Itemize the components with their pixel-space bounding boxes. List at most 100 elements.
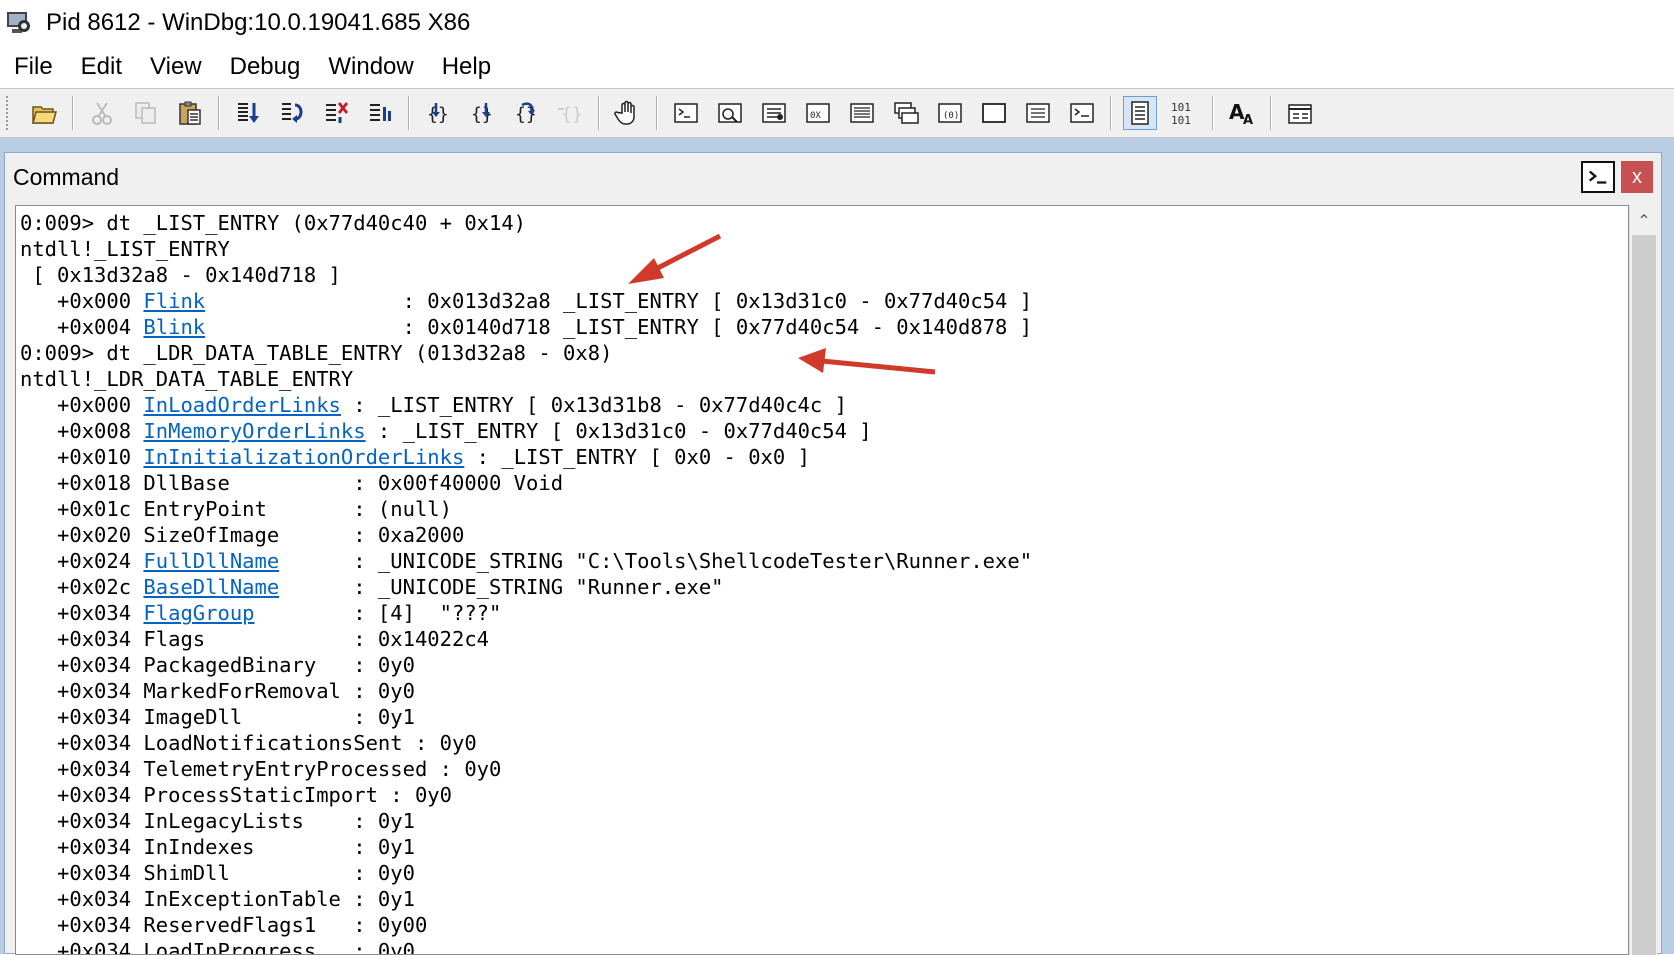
output-text: : _LIST_ENTRY [ 0x13d31b8 - 0x77d40c4c ] bbox=[340, 393, 847, 417]
command-window-title: Command bbox=[13, 163, 120, 190]
braces-go-icon[interactable]: {} bbox=[421, 96, 455, 130]
run-to-cursor-icon[interactable] bbox=[363, 96, 397, 130]
output-line: +0x034 InLegacyLists : 0y1 bbox=[20, 808, 1032, 834]
field-link[interactable]: InLoadOrderLinks bbox=[143, 393, 340, 417]
field-link[interactable]: InInitializationOrderLinks bbox=[143, 445, 464, 469]
output-line: +0x034 FlagGroup : [4] "???" bbox=[20, 600, 1032, 626]
source-mode-icon[interactable] bbox=[1065, 96, 1099, 130]
step-out-icon[interactable] bbox=[319, 96, 353, 130]
output-text: +0x034 InIndexes : 0y1 bbox=[20, 835, 415, 859]
output-text: +0x034 PackagedBinary : 0y0 bbox=[20, 653, 415, 677]
font-icon[interactable]: AA bbox=[1225, 96, 1259, 130]
menu-help[interactable]: Help bbox=[442, 53, 491, 81]
memory-icon[interactable] bbox=[845, 96, 879, 130]
hand-icon[interactable] bbox=[611, 96, 645, 130]
command-prompt-icon[interactable] bbox=[1581, 161, 1615, 193]
output-line: +0x034 LoadInProgress : 0y0 bbox=[20, 938, 1032, 955]
output-text: +0x034 TelemetryEntryProcessed : 0y0 bbox=[20, 757, 502, 781]
output-line: ntdll!_LIST_ENTRY bbox=[20, 236, 1032, 262]
output-text: +0x034 LoadNotificationsSent : 0y0 bbox=[20, 731, 477, 755]
vertical-scrollbar[interactable]: ⌃ bbox=[1629, 205, 1657, 955]
output-line: +0x010 InInitializationOrderLinks : _LIS… bbox=[20, 444, 1032, 470]
call-stack-icon[interactable] bbox=[889, 96, 923, 130]
output-text: 0:009> dt _LDR_DATA_TABLE_ENTRY (013d32a… bbox=[20, 341, 613, 365]
menu-debug[interactable]: Debug bbox=[230, 53, 301, 81]
output-text: [ 0x13d32a8 - 0x140d718 ] bbox=[20, 263, 341, 287]
output-text: +0x034 Flags : 0x14022c4 bbox=[20, 627, 489, 651]
processes-icon[interactable] bbox=[1021, 96, 1055, 130]
paste-icon[interactable] bbox=[173, 96, 207, 130]
close-button[interactable]: x bbox=[1621, 161, 1653, 193]
output-text: +0x024 bbox=[20, 549, 144, 573]
output-line: 0:009> dt _LIST_ENTRY (0x77d40c40 + 0x14… bbox=[20, 210, 1032, 236]
locals-icon[interactable] bbox=[757, 96, 791, 130]
output-line: [ 0x13d32a8 - 0x140d718 ] bbox=[20, 262, 1032, 288]
output-text: 0:009> dt _LIST_ENTRY (0x77d40c40 + 0x14… bbox=[20, 211, 527, 235]
step-into-icon[interactable] bbox=[231, 96, 265, 130]
output-text: +0x034 LoadInProgress : 0y0 bbox=[20, 939, 415, 955]
menu-window[interactable]: Window bbox=[328, 53, 413, 81]
output-line: +0x034 Flags : 0x14022c4 bbox=[20, 626, 1032, 652]
braces-disabled-icon: {} bbox=[553, 96, 587, 130]
scratch-pad-icon[interactable] bbox=[977, 96, 1011, 130]
output-line: +0x02c BaseDllName : _UNICODE_STRING "Ru… bbox=[20, 574, 1032, 600]
svg-text:{}: {} bbox=[561, 104, 583, 125]
field-link[interactable]: InMemoryOrderLinks bbox=[143, 419, 365, 443]
field-link[interactable]: Flink bbox=[143, 289, 205, 313]
output-line: +0x034 MarkedForRemoval : 0y0 bbox=[20, 678, 1032, 704]
step-over-icon[interactable] bbox=[275, 96, 309, 130]
output-line: +0x034 ProcessStaticImport : 0y0 bbox=[20, 782, 1032, 808]
output-line: +0x034 PackagedBinary : 0y0 bbox=[20, 652, 1032, 678]
source-toggle-icon[interactable] bbox=[1123, 96, 1157, 130]
output-text: +0x02c bbox=[20, 575, 144, 599]
svg-text:{}: {} bbox=[515, 104, 537, 125]
output-text: +0x010 bbox=[20, 445, 144, 469]
command-output[interactable]: 0:009> dt _LIST_ENTRY (0x77d40c40 + 0x14… bbox=[15, 205, 1629, 955]
cut-icon bbox=[85, 96, 119, 130]
output-text: +0x000 bbox=[20, 289, 144, 313]
watch-icon[interactable] bbox=[713, 96, 747, 130]
menu-edit[interactable]: Edit bbox=[81, 53, 122, 81]
output-text: : _LIST_ENTRY [ 0x13d31c0 - 0x77d40c54 ] bbox=[365, 419, 872, 443]
field-link[interactable]: FlagGroup bbox=[143, 601, 254, 625]
toolbar-separator bbox=[1212, 96, 1214, 130]
title-bar: Pid 8612 - WinDbg:10.0.19041.685 X86 bbox=[0, 0, 1674, 46]
output-text: +0x034 ReservedFlags1 : 0y00 bbox=[20, 913, 428, 937]
disassembly-icon[interactable]: (0) bbox=[933, 96, 967, 130]
output-line: +0x020 SizeOfImage : 0xa2000 bbox=[20, 522, 1032, 548]
field-link[interactable]: BaseDllName bbox=[143, 575, 279, 599]
command-icon[interactable] bbox=[669, 96, 703, 130]
output-text: +0x004 bbox=[20, 315, 144, 339]
braces-step-icon[interactable]: {} bbox=[465, 96, 499, 130]
options-icon[interactable] bbox=[1283, 96, 1317, 130]
output-text: ntdll!_LIST_ENTRY bbox=[20, 237, 230, 261]
menu-file[interactable]: File bbox=[14, 53, 53, 81]
output-line: +0x034 ImageDll : 0y1 bbox=[20, 704, 1032, 730]
toolbar-separator bbox=[218, 96, 220, 130]
field-link[interactable]: FullDllName bbox=[143, 549, 279, 573]
registers-icon[interactable]: 0X bbox=[801, 96, 835, 130]
svg-text:A: A bbox=[1243, 113, 1253, 127]
output-text: : 0x0140d718 _LIST_ENTRY [ 0x77d40c54 - … bbox=[205, 315, 1033, 339]
output-text: +0x034 ImageDll : 0y1 bbox=[20, 705, 415, 729]
hex-mode-icon[interactable]: 101 101 bbox=[1167, 96, 1201, 130]
field-link[interactable]: Blink bbox=[143, 315, 205, 339]
output-lines: 0:009> dt _LIST_ENTRY (0x77d40c40 + 0x14… bbox=[20, 210, 1033, 955]
scroll-up-icon[interactable]: ⌃ bbox=[1630, 209, 1658, 233]
svg-text:0X: 0X bbox=[810, 111, 821, 121]
toolbar-grip[interactable] bbox=[6, 96, 12, 130]
open-icon[interactable] bbox=[27, 96, 61, 130]
output-text: +0x000 bbox=[20, 393, 144, 417]
scroll-thumb[interactable] bbox=[1632, 235, 1656, 955]
output-line: 0:009> dt _LDR_DATA_TABLE_ENTRY (013d32a… bbox=[20, 340, 1032, 366]
svg-text:{}: {} bbox=[471, 104, 493, 125]
braces-over-icon[interactable]: {} bbox=[509, 96, 543, 130]
output-text: +0x034 ShimDll : 0y0 bbox=[20, 861, 415, 885]
output-text: : [4] "???" bbox=[254, 601, 502, 625]
output-text: ntdll!_LDR_DATA_TABLE_ENTRY bbox=[20, 367, 354, 391]
menu-view[interactable]: View bbox=[150, 53, 202, 81]
command-window-header: Command x bbox=[5, 153, 1661, 201]
output-text: +0x034 bbox=[20, 601, 144, 625]
output-line: +0x034 InIndexes : 0y1 bbox=[20, 834, 1032, 860]
output-line: +0x034 LoadNotificationsSent : 0y0 bbox=[20, 730, 1032, 756]
